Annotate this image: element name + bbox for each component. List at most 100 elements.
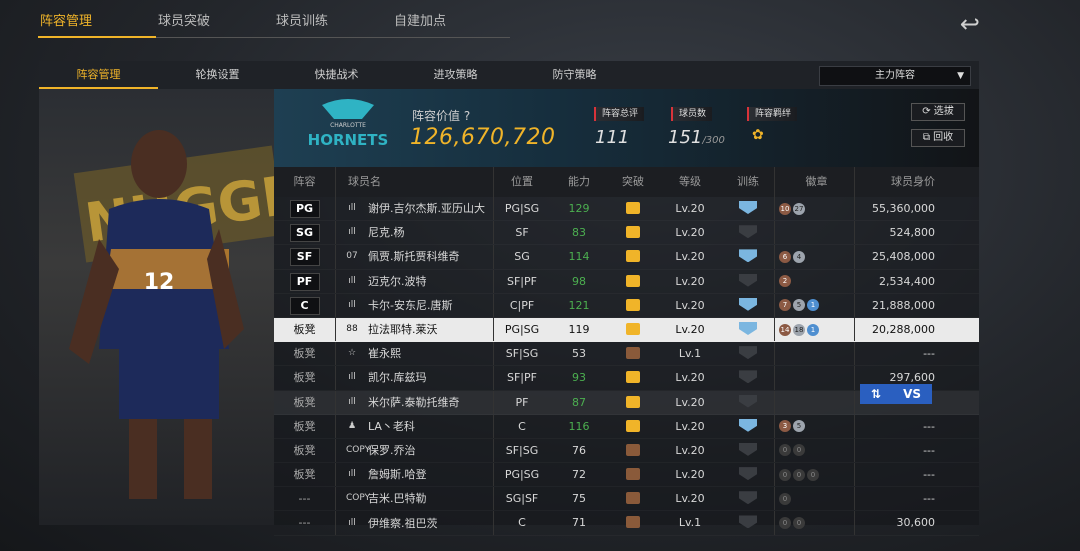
row-slot[interactable]: ---	[274, 511, 336, 535]
badge-icon: 5	[793, 299, 805, 312]
row-slot[interactable]: PG	[274, 197, 336, 221]
badge-list: 000	[775, 463, 855, 487]
tab-breakthrough[interactable]: 球员突破	[156, 10, 274, 38]
row-player[interactable]: ♟ LA丶老科	[336, 414, 494, 438]
row-slot[interactable]: 板凳	[274, 317, 336, 342]
player-position: PG|SG	[504, 202, 540, 215]
badge-icon: 0	[779, 492, 791, 505]
player-type-icon: ☆	[347, 348, 357, 359]
badge-icon: 2	[779, 275, 791, 288]
player-rating: 72	[572, 468, 586, 482]
table-row[interactable]: 板凳 ♟ LA丶老科 C 116 Lv.20 35 ---	[274, 414, 979, 439]
col-breakthrough: 突破	[622, 175, 644, 188]
help-icon[interactable]: ?	[464, 109, 470, 123]
row-slot[interactable]: C	[274, 293, 336, 317]
row-player[interactable]: ıll 尼克.杨	[336, 221, 494, 245]
table-row[interactable]: --- COPY 吉米.巴特勒 SG|SF 75 Lv.20 0 ---	[274, 487, 979, 511]
tab-training[interactable]: 球员训练	[274, 10, 392, 38]
col-price: 球员身价	[891, 175, 935, 188]
compare-vs-button[interactable]: ⇅ VS	[860, 384, 932, 404]
badge-icon: 0	[807, 468, 819, 481]
row-slot[interactable]: 板凳	[274, 463, 336, 487]
col-position: 位置	[511, 175, 533, 188]
row-player[interactable]: COPY 保罗.乔治	[336, 438, 494, 463]
player-level: Lv.20	[675, 419, 705, 433]
tab-custom-points[interactable]: 自建加点	[392, 10, 510, 38]
training-shield-icon	[722, 197, 775, 221]
row-slot[interactable]: 板凳	[274, 342, 336, 366]
row-player[interactable]: 88 拉法耶特.莱沃	[336, 317, 494, 342]
lineup-dropdown[interactable]: 主力阵容 ▼	[819, 66, 971, 86]
table-row[interactable]: SG ıll 尼克.杨 SF 83 Lv.20 524,800	[274, 221, 979, 245]
subtab-lineup[interactable]: 阵容管理	[39, 61, 158, 89]
rating-label: 阵容总评	[594, 107, 645, 121]
row-slot[interactable]: 板凳	[274, 390, 336, 414]
row-slot[interactable]: SF	[274, 245, 336, 269]
badge-list: 00	[775, 438, 855, 463]
row-player[interactable]: ıll 米尔萨.泰勒托维奇	[336, 390, 494, 414]
top-tabs: 阵容管理 球员突破 球员训练 自建加点	[38, 10, 510, 38]
player-position: SF|SG	[505, 347, 539, 361]
jersey-number: 12	[144, 270, 175, 295]
table-row[interactable]: 板凳 ıll 詹姆斯.哈登 PG|SG 72 Lv.20 000 ---	[274, 463, 979, 487]
player-price: 55,360,000	[872, 202, 935, 215]
row-slot[interactable]: 板凳	[274, 438, 336, 463]
player-level: Lv.20	[675, 492, 705, 506]
table-row[interactable]: SF 07 佩贾.斯托贾科维奇 SG 114 Lv.20 64 25,408,00…	[274, 245, 979, 269]
player-position: PF	[515, 395, 529, 409]
row-player[interactable]: COPY 吉米.巴特勒	[336, 487, 494, 511]
breakthrough-crown-icon	[608, 221, 658, 244]
player-rating: 76	[572, 443, 586, 457]
badge-list: 00	[775, 511, 855, 535]
col-training: 训练	[722, 167, 775, 197]
row-player[interactable]: 07 佩贾.斯托贾科维奇	[336, 245, 494, 269]
recycle-button[interactable]: ⧉ 回收	[911, 129, 965, 147]
row-player[interactable]: ıll 迈克尔.波特	[336, 269, 494, 293]
row-player[interactable]: ıll 伊维察.祖巴茨	[336, 511, 494, 535]
player-level: Lv.20	[675, 274, 705, 288]
badge-icon: 0	[779, 444, 791, 457]
table-row[interactable]: 板凳 COPY 保罗.乔治 SF|SG 76 Lv.20 00 ---	[274, 438, 979, 463]
player-name: 保罗.乔治	[368, 443, 416, 457]
table-row[interactable]: --- ıll 伊维察.祖巴茨 C 71 Lv.1 00 30,600	[274, 511, 979, 535]
player-price: ---	[923, 492, 935, 506]
player-position: SF|SG	[505, 443, 539, 457]
select-button[interactable]: ⟳ 选拔	[911, 103, 965, 121]
player-type-icon: ♟	[347, 420, 357, 431]
table-row[interactable]: C ıll 卡尔-安东尼.唐斯 C|PF 121 Lv.20 751 21,888…	[274, 293, 979, 318]
bond-icon[interactable]: ✿	[752, 127, 764, 143]
row-slot[interactable]: ---	[274, 487, 336, 511]
swap-icon[interactable]: ⇅	[871, 384, 881, 404]
row-slot[interactable]: 板凳	[274, 366, 336, 390]
training-shield-icon	[722, 487, 775, 511]
breakthrough-crown-icon	[608, 245, 658, 268]
table-row[interactable]: PG ıll 谢伊.吉尔杰斯.亚历山大 PG|SG 129 Lv.20 10 27 …	[274, 197, 979, 221]
subtab-offense[interactable]: 进攻策略	[396, 61, 515, 89]
subtab-defense[interactable]: 防守策略	[515, 61, 634, 89]
tab-lineup[interactable]: 阵容管理	[38, 10, 156, 38]
player-rating: 87	[572, 395, 586, 409]
table-row[interactable]: 板凳 88 拉法耶特.莱沃 PG|SG 119 Lv.20 14 18 1 20,28…	[274, 317, 979, 343]
back-arrow-icon[interactable]: ↩	[960, 10, 980, 38]
training-shield-icon	[722, 342, 775, 366]
table-row[interactable]: 板凳 ☆ 崔永熙 SF|SG 53 Lv.1 ---	[274, 342, 979, 366]
breakthrough-crown-icon	[608, 366, 658, 389]
row-player[interactable]: ☆ 崔永熙	[336, 342, 494, 366]
table-header: 阵容 球员名 位置 能力 突破 等级 训练 徽章 球员身价	[274, 167, 979, 197]
player-type-icon: ıll	[348, 396, 356, 407]
row-slot[interactable]: SG	[274, 221, 336, 245]
row-player[interactable]: ıll 谢伊.吉尔杰斯.亚历山大	[336, 197, 494, 221]
subtab-quick-tactics[interactable]: 快捷战术	[277, 61, 396, 89]
breakthrough-crown-icon	[608, 294, 658, 317]
row-player[interactable]: ıll 卡尔-安东尼.唐斯	[336, 293, 494, 317]
row-player[interactable]: ıll 凯尔.库兹玛	[336, 366, 494, 390]
subtab-rotation[interactable]: 轮换设置	[158, 61, 277, 89]
player-position: C	[518, 419, 526, 433]
row-slot[interactable]: PF	[274, 269, 336, 293]
vs-label[interactable]: VS	[903, 384, 921, 404]
player-name: 拉法耶特.莱沃	[368, 323, 438, 337]
row-slot[interactable]: 板凳	[274, 414, 336, 438]
player-type-icon: ıll	[348, 299, 356, 310]
table-row[interactable]: PF ıll 迈克尔.波特 SF|PF 98 Lv.20 2 2,534,400	[274, 269, 979, 294]
row-player[interactable]: ıll 詹姆斯.哈登	[336, 463, 494, 487]
